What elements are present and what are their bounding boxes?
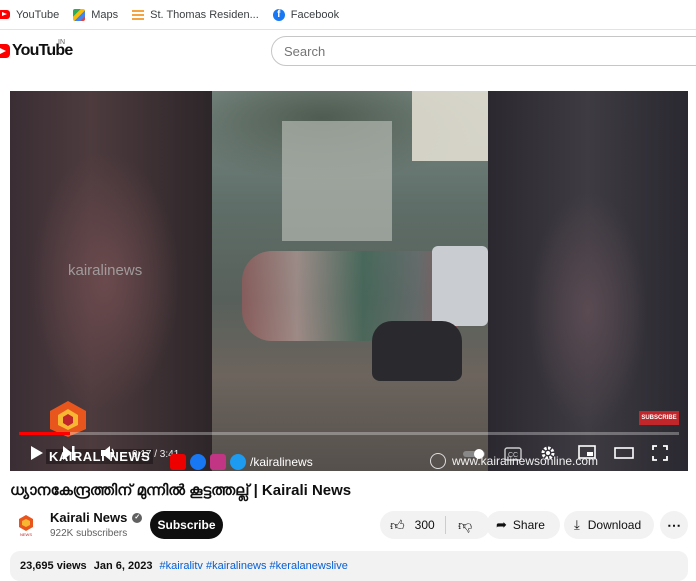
stacked-bars-icon [132,9,145,20]
video-blur-left [10,91,212,471]
bookmark-label: Maps [91,8,119,21]
share-label: Share [512,518,545,532]
progress-bar[interactable] [19,432,679,435]
next-icon[interactable] [62,445,76,461]
bookmark-facebook[interactable]: f Facebook [272,8,340,21]
youtube-logo[interactable]: YouTube IN [0,39,73,60]
bookmark-st-thomas[interactable]: St. Thomas Residen... [132,9,259,21]
bookmark-label: St. Thomas Residen... [150,8,259,21]
more-horizontal-icon: ⋯ [667,516,681,533]
bookmarks-bar: YouTube Maps St. Thomas Residen... f Fac… [0,0,696,30]
channel-row: NEWS Kairali News ✓ 922K subscribers Sub… [10,508,696,544]
like-count: 300 [414,518,435,532]
channel-avatar[interactable]: NEWS [12,510,40,538]
video-title: ധ്യാനകേന്ദ്രത്തിന് മുന്നിൽ കൂട്ടത്തല്ല് … [10,482,352,499]
channel-watermark: kairalinews [68,262,143,279]
twitter-icon [230,454,246,470]
bookmark-youtube[interactable]: YouTube [0,9,59,21]
thumbs-down-icon: 👎︎ [458,516,473,533]
progress-fill [19,432,70,435]
view-count: 23,695 views [20,560,87,572]
country-code: IN [58,39,65,46]
bookmark-label: Facebook [290,8,340,21]
search-input[interactable]: Search [271,36,696,66]
share-button[interactable]: ➦ Share [486,511,560,539]
masthead: YouTube IN Search [0,30,696,74]
subscribe-badge: SUBSCRIBE [639,411,679,425]
share-arrow-icon: ➦ [496,517,507,532]
subscriber-count: 922K subscribers [50,528,128,539]
instagram-icon [210,454,226,470]
maps-icon [73,8,86,21]
video-frame [212,91,488,471]
more-actions-button[interactable]: ⋯ [660,511,688,539]
like-dislike-group: 👍︎ 300 👎︎ [380,511,490,539]
download-icon: ⤓ [574,517,580,532]
download-label: Download [587,518,642,532]
bookmark-maps[interactable]: Maps [73,8,119,21]
bookmark-label: YouTube [16,8,60,21]
theater-mode-icon[interactable] [614,447,634,459]
cursor-icon [430,453,446,469]
volume-icon[interactable] [100,445,118,461]
upload-date: Jan 6, 2023 [93,560,153,572]
search-placeholder: Search [284,43,326,59]
channel-name-text: Kairali News [50,510,128,525]
youtube-icon [170,454,186,470]
youtube-play-icon [0,44,10,58]
fullscreen-icon[interactable] [652,445,668,461]
social-overlay: /kairalinews [170,453,313,471]
thumbs-up-icon: 👍︎ [390,516,405,533]
download-button[interactable]: ⤓ Download [564,511,654,539]
facebook-icon: f [272,8,285,21]
verified-icon: ✓ [132,512,143,523]
subscribe-button[interactable]: Subscribe [150,511,223,539]
svg-text:NEWS: NEWS [20,532,32,537]
youtube-icon [0,10,10,19]
channel-name[interactable]: Kairali News ✓ [50,510,143,525]
like-button[interactable]: 👍︎ 300 [380,516,446,534]
website-url: www.kairalinewsonline.com [452,454,599,468]
facebook-icon [190,454,206,470]
play-icon[interactable] [30,445,44,461]
dislike-button[interactable]: 👎︎ [446,517,472,534]
hashtags[interactable]: #kairalitv #kairalinews #keralanewslive [160,560,348,572]
video-player[interactable]: kairalinews SUBSCRIBE KAIRALI NEWS 0:17 … [10,91,688,471]
social-handle: /kairalinews [250,455,313,469]
website-overlay: www.kairalinewsonline.com [430,453,598,469]
